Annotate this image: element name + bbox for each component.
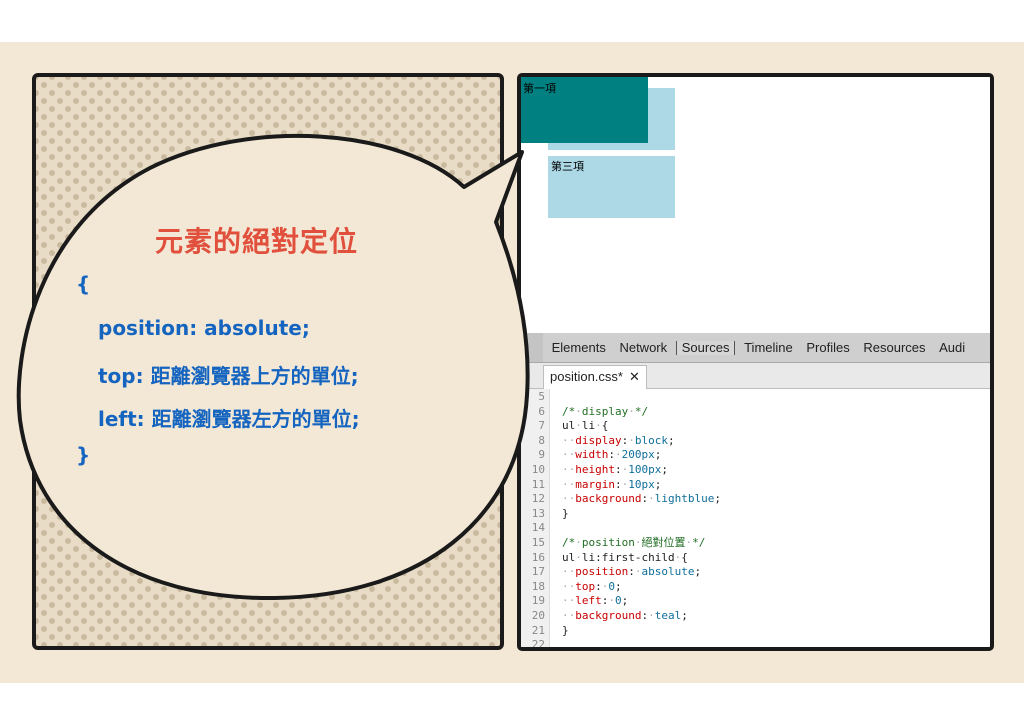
- line-number: 15: [531, 536, 545, 549]
- line-number: 12: [531, 492, 545, 506]
- line-number: 19: [531, 594, 545, 608]
- tab-resources[interactable]: Resources: [858, 333, 930, 362]
- line-number: 11: [531, 477, 545, 491]
- code-line: 17 ··position:·absolute;: [521, 565, 701, 580]
- code-text: ··margin:·10px;: [562, 477, 662, 491]
- code-line: 21}: [521, 623, 569, 639]
- code-text: ··width:·200px;: [562, 448, 662, 462]
- file-tab-label: position.css*: [550, 369, 623, 384]
- devtools-tab-spacer: [521, 333, 543, 362]
- tab-audits[interactable]: Audi: [934, 333, 970, 362]
- close-icon[interactable]: ✕: [629, 369, 640, 384]
- code-line: 15 /*·position·絕對位置·*/: [521, 536, 706, 551]
- line-number: 9: [538, 448, 545, 462]
- code-text: ··position:·absolute;: [562, 565, 702, 579]
- list-item-3: 第三項: [548, 156, 675, 218]
- code-text: }: [562, 506, 569, 520]
- code-text: ··top:·0;: [562, 579, 622, 593]
- code-line: 12 ··background:·lightblue;: [521, 492, 721, 507]
- line-number: 20: [531, 609, 545, 622]
- code-text: ··left:·0;: [562, 594, 629, 608]
- code-line: 20 ··background:·teal;: [521, 609, 688, 624]
- tab-profiles[interactable]: Profiles: [801, 333, 854, 362]
- file-tab-position-css[interactable]: position.css* ✕: [543, 365, 647, 389]
- code-line: 18 ··top:·0;: [521, 579, 622, 595]
- code-line-left: left: 距離瀏覽器左方的單位;: [98, 407, 360, 431]
- browser-screenshot-panel: 第三項 第一項 Elements Network Sources Timelin…: [517, 73, 994, 651]
- tab-network[interactable]: Network: [614, 333, 672, 362]
- line-number: 7: [538, 419, 545, 433]
- code-line: 6 /*·display·*/: [521, 404, 648, 420]
- code-text: ··background:·lightblue;: [562, 492, 721, 506]
- code-line: 22: [521, 638, 545, 651]
- line-number: 14: [531, 521, 545, 535]
- devtools-panel: Elements Network Sources Timeline Profil…: [521, 333, 990, 651]
- code-text: ul·li·{: [562, 419, 609, 433]
- code-line: 19 ··left:·0;: [521, 594, 629, 609]
- line-number: 13: [531, 506, 545, 520]
- code-text: /*·position·絕對位置·*/: [562, 536, 706, 549]
- code-line: 16 ul·li:first-child·{: [521, 550, 688, 566]
- code-line: 14: [521, 521, 545, 536]
- code-line: 9 ··width:·200px;: [521, 448, 661, 463]
- line-number: 8: [538, 433, 545, 447]
- code-line: 11 ··margin:·10px;: [521, 477, 662, 493]
- code-close-brace: }: [76, 443, 91, 467]
- page-preview: 第三項 第一項: [521, 77, 990, 333]
- devtools-tab-bar: Elements Network Sources Timeline Profil…: [521, 333, 990, 363]
- code-line: 7 ul·li·{: [521, 419, 608, 434]
- code-line: 5: [521, 390, 545, 405]
- tab-timeline[interactable]: Timeline: [739, 333, 798, 362]
- line-number: 18: [531, 579, 545, 593]
- line-number: 22: [531, 638, 545, 651]
- code-text: ··background:·teal;: [562, 609, 688, 622]
- code-text: ··display:·block;: [562, 433, 675, 447]
- code-line: 13}: [521, 506, 569, 522]
- code-text: }: [562, 623, 569, 637]
- file-tab-bar: position.css* ✕: [521, 363, 990, 389]
- code-text: /*·display·*/: [562, 404, 649, 418]
- list-item-label: 第一項: [523, 82, 556, 95]
- tab-sources[interactable]: Sources: [675, 341, 736, 355]
- code-editor[interactable]: 5 6 /*·display·*/ 7 ul·li·{ 8 ··display:·block…: [521, 389, 990, 651]
- code-text: ul·li:first-child·{: [562, 550, 688, 564]
- code-line: 8 ··display:·block;: [521, 433, 674, 449]
- code-open-brace: {: [76, 272, 91, 296]
- line-number: 10: [531, 463, 545, 476]
- line-number: 17: [531, 565, 545, 579]
- line-number: 5: [538, 390, 545, 403]
- line-number: 6: [538, 404, 545, 418]
- code-text: ··height:·100px;: [562, 463, 668, 476]
- code-line-top: top: 距離瀏覽器上方的單位;: [98, 364, 359, 388]
- line-number: 21: [531, 623, 545, 637]
- code-line: 10 ··height:·100px;: [521, 463, 668, 478]
- slide-title: 元素的絕對定位: [155, 225, 359, 258]
- tab-elements[interactable]: Elements: [547, 333, 611, 362]
- list-item-label: 第三項: [551, 160, 584, 173]
- line-number: 16: [531, 550, 545, 564]
- code-line-position: position: absolute;: [98, 316, 310, 340]
- list-item-first-teal: 第一項: [521, 77, 648, 143]
